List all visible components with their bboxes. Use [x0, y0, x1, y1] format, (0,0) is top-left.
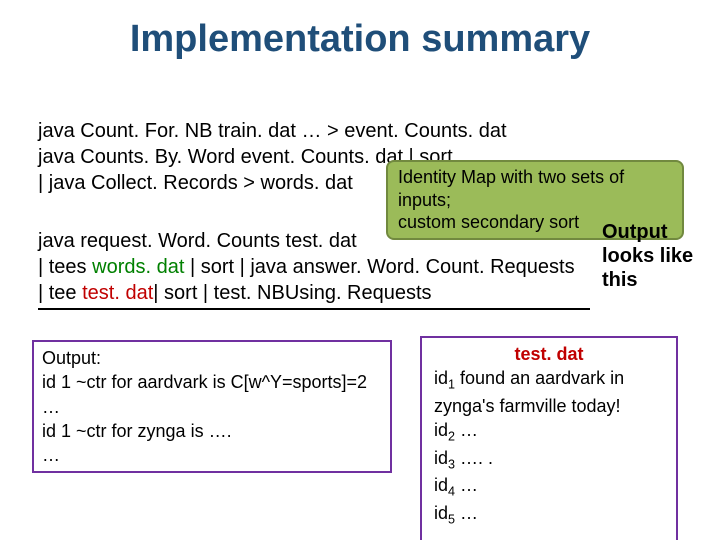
id-label: id — [434, 475, 448, 495]
callout-line: Identity Map with two sets of inputs; — [398, 166, 672, 211]
output-line: id 1 ~ctr for zynga is …. — [42, 419, 382, 443]
row-text: … — [455, 420, 478, 440]
test-dat-row: id2 … — [434, 418, 664, 446]
test-dat-row: id5 … — [434, 501, 664, 529]
output-box: Output: id 1 ~ctr for aardvark is C[w^Y=… — [32, 340, 392, 473]
text: | tee — [38, 282, 82, 304]
text: | sort | java answer. Word. Count. Reque… — [184, 256, 574, 278]
callout-line: looks like — [602, 244, 702, 268]
code-line: | tees words. dat | sort | java answer. … — [38, 254, 590, 280]
output-line: … — [42, 443, 382, 467]
row-text: …. . — [455, 448, 493, 468]
id-sub: 2 — [448, 430, 455, 444]
id-label: id — [434, 503, 448, 523]
highlight-test-dat: test. dat — [82, 282, 153, 304]
code-line: java request. Word. Counts test. dat — [38, 228, 590, 254]
id-label: id — [434, 448, 448, 468]
output-line: … — [42, 395, 382, 419]
code-block-2: java request. Word. Counts test. dat | t… — [38, 228, 590, 310]
row-text: … — [455, 475, 478, 495]
id-label: id — [434, 420, 448, 440]
output-line: id 1 ~ctr for aardvark is C[w^Y=sports]=… — [42, 370, 382, 394]
text: | sort | test. NBUsing. Requests — [153, 282, 431, 304]
callout-line: this — [602, 268, 702, 292]
id-sub: 5 — [448, 513, 455, 527]
test-dat-row: id3 …. . — [434, 446, 664, 474]
id-sub: 1 — [448, 378, 455, 392]
test-dat-row: id4 … — [434, 473, 664, 501]
row-text: found an aardvark in zynga's farmville t… — [434, 368, 624, 416]
code-line: java Count. For. NB train. dat … > event… — [38, 118, 678, 144]
test-dat-box: test. dat id1 found an aardvark in zynga… — [420, 336, 678, 540]
slide: Implementation summary java Count. For. … — [0, 0, 720, 540]
test-dat-row: id1 found an aardvark in zynga's farmvil… — [434, 366, 664, 418]
id-sub: 4 — [448, 485, 455, 499]
output-line: Output: — [42, 346, 382, 370]
test-dat-row: . . — [434, 529, 664, 540]
id-label: id — [434, 368, 448, 388]
slide-title: Implementation summary — [0, 18, 720, 61]
row-text: … — [455, 503, 478, 523]
test-dat-header: test. dat — [434, 342, 664, 366]
code-line: | tee test. dat| sort | test. NBUsing. R… — [38, 280, 590, 306]
id-sub: 3 — [448, 457, 455, 471]
callout-line: Output — [602, 220, 702, 244]
callout-output-looks-like: Output looks like this — [602, 220, 702, 292]
text: | tees — [38, 256, 92, 278]
highlight-words-dat: words. dat — [92, 256, 184, 278]
